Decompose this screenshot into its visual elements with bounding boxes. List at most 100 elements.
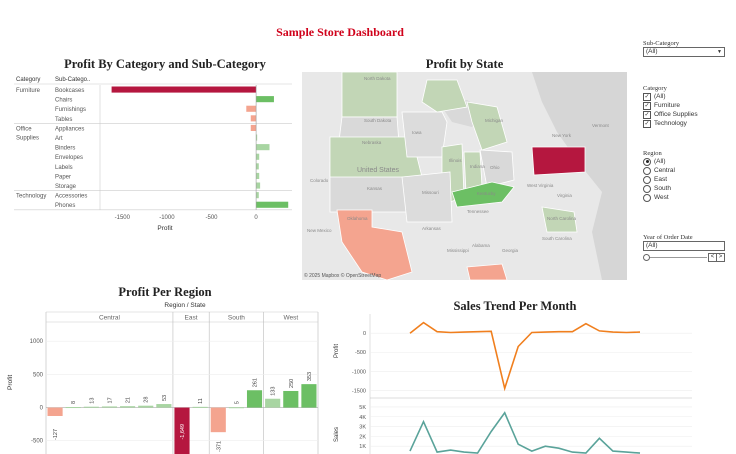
region-bar[interactable] <box>83 406 99 408</box>
option-label: Office Supplies <box>654 111 698 118</box>
profit-map[interactable]: North Dakota South Dakota Iowa Nebraska Unit… <box>302 72 627 280</box>
map-place-label: Alabama <box>472 243 490 248</box>
year-filter-title: Year of Order Date <box>643 234 693 241</box>
region-bar[interactable] <box>138 405 154 408</box>
map-place-label: Kansas <box>367 186 383 191</box>
map-place-label: Vermont <box>592 123 610 128</box>
sales-line[interactable] <box>409 411 641 454</box>
checkbox-icon[interactable]: ✓ <box>643 119 651 128</box>
state-pennsylvania[interactable] <box>531 146 586 176</box>
subcategory-dropdown[interactable]: (All) ▼ <box>643 47 725 57</box>
category-bar[interactable] <box>256 182 261 189</box>
subcategory-label: Binders <box>55 146 75 152</box>
slider-handle[interactable] <box>643 254 650 261</box>
region-bar-label: -1,649 <box>180 424 186 440</box>
category-bar[interactable] <box>246 105 257 112</box>
category-bar[interactable] <box>256 163 259 170</box>
region-bar[interactable] <box>65 407 81 409</box>
region-bar-label: 21 <box>126 397 132 403</box>
category-bar[interactable] <box>250 124 257 131</box>
category-chart[interactable]: Category Sub-Catego.. Furniture Bookcases… <box>0 72 296 242</box>
radio-icon[interactable] <box>643 175 651 184</box>
category-bar[interactable] <box>256 201 289 208</box>
region-bar-label: 250 <box>289 379 295 388</box>
region-option[interactable]: (All) <box>643 157 725 166</box>
map-place-label: North Dakota <box>364 76 391 81</box>
sales-y-tick: 2K <box>359 434 366 440</box>
sales-y-tick: 1K <box>359 444 366 450</box>
category-bar[interactable] <box>256 153 260 160</box>
region-option[interactable]: Central <box>643 166 725 175</box>
subcategory-label: Furnishings <box>55 107 86 113</box>
region-chart[interactable]: Region / State Profit Central East South We… <box>0 298 322 454</box>
radio-icon[interactable] <box>643 166 651 175</box>
state-missouri[interactable] <box>401 171 453 223</box>
region-bar[interactable] <box>120 406 136 408</box>
checkbox-icon[interactable]: ✓ <box>643 101 651 110</box>
map-place-label: North Carolina <box>547 216 577 221</box>
category-bar[interactable] <box>250 115 257 122</box>
region-bar[interactable] <box>246 390 263 408</box>
region-bar[interactable] <box>228 407 244 409</box>
subcategory-filter-title: Sub-Category <box>643 40 680 47</box>
map-title: Profit by State <box>425 57 504 71</box>
state-iowa[interactable] <box>401 111 448 158</box>
profit-y-tick: 0 <box>363 331 366 337</box>
subcategory-label: Labels <box>55 165 73 171</box>
radio-icon[interactable] <box>643 157 651 166</box>
option-label: West <box>654 194 669 201</box>
profit-line[interactable] <box>409 321 641 392</box>
trend-chart[interactable]: Profit Sales 0 -500 -1000 -1500 5K 4K 3K 2K 1K <box>330 314 695 454</box>
region-bar-label: 133 <box>271 387 277 396</box>
region-option[interactable]: East <box>643 175 725 184</box>
region-bar[interactable] <box>47 407 63 416</box>
subcategory-label: Envelopes <box>55 155 83 161</box>
region-filter-title: Region <box>643 150 662 157</box>
state-florida[interactable] <box>466 263 508 280</box>
region-bar[interactable] <box>192 406 208 408</box>
region-bar-label: 261 <box>253 378 259 387</box>
map-place-label: Michigan <box>485 118 504 123</box>
checkbox-icon[interactable]: ✓ <box>643 92 651 101</box>
region-bar[interactable] <box>156 404 172 408</box>
region-option[interactable]: West <box>643 193 725 202</box>
year-slider[interactable]: < > <box>643 253 725 262</box>
category-label: Office Supplies <box>16 126 39 141</box>
region-bar[interactable] <box>265 398 281 408</box>
category-option[interactable]: ✓ Technology <box>643 119 725 128</box>
radio-icon[interactable] <box>643 193 651 202</box>
filter-panel: Sub-Category (All) ▼ Category ✓ (All) ✓ Fur… <box>643 40 725 262</box>
subcategory-col-header: Sub-Catego.. <box>55 77 91 83</box>
category-option[interactable]: ✓ (All) <box>643 92 725 101</box>
map-place-label: Mississippi <box>447 248 469 253</box>
region-bar[interactable] <box>301 384 317 408</box>
map-place-label: South Dakota <box>364 118 392 123</box>
category-bar[interactable] <box>256 144 270 151</box>
region-bar[interactable] <box>210 407 226 433</box>
region-bar[interactable] <box>101 406 118 408</box>
region-option[interactable]: South <box>643 184 725 193</box>
radio-icon[interactable] <box>643 184 651 193</box>
category-bar[interactable] <box>111 86 257 93</box>
checkbox-icon[interactable]: ✓ <box>643 110 651 119</box>
map-place-label: Oklahoma <box>347 216 368 221</box>
region-bar-label: 353 <box>307 372 313 381</box>
option-label: (All) <box>654 158 666 165</box>
region-bar[interactable] <box>283 390 299 408</box>
year-input[interactable]: (All) <box>643 241 725 251</box>
region-bar-label: 8 <box>71 401 77 404</box>
category-bar[interactable] <box>256 96 274 103</box>
category-option[interactable]: ✓ Furniture <box>643 101 725 110</box>
next-arrow-icon[interactable]: > <box>716 253 725 262</box>
map-place-label: New York <box>552 133 572 138</box>
profit-y-tick: -500 <box>355 350 366 356</box>
region-header: Region / State <box>164 302 206 309</box>
trend-profit-label: Profit <box>334 344 340 358</box>
category-bar[interactable] <box>256 172 260 179</box>
category-option[interactable]: ✓ Office Supplies <box>643 110 725 119</box>
map-place-label: New Mexico <box>307 228 332 233</box>
subcategory-label: Paper <box>55 174 71 180</box>
subcategory-label: Appliances <box>55 126 84 132</box>
category-bar[interactable] <box>256 192 259 199</box>
map-place-label: West Virginia <box>527 183 554 188</box>
